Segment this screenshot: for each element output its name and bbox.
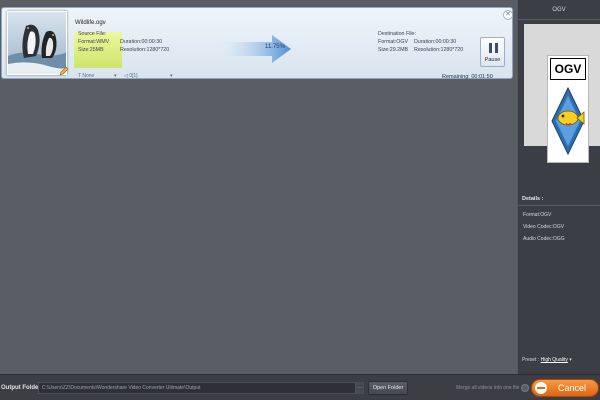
destination-resolution: Resolution:1280*720: [414, 47, 464, 53]
format-icon-label: OGV: [550, 58, 586, 80]
destination-format: Format:OGV: [378, 39, 409, 45]
panel-divider: [518, 19, 600, 20]
fish-icon: [551, 86, 585, 156]
detail-format: Format:OGV: [523, 212, 552, 218]
destination-size: Size:29.2MB: [378, 47, 409, 53]
conversion-task-card[interactable]: Wildlife.ogv Source File: Format:WMV Siz…: [1, 7, 513, 81]
chevron-down-icon[interactable]: ▾: [569, 357, 572, 363]
format-preview-box[interactable]: OGV: [524, 24, 600, 163]
source-resolution: Resolution:1280*720: [120, 47, 170, 53]
ogv-format-icon: OGV: [547, 55, 589, 163]
pause-label: Pause: [484, 57, 501, 63]
source-duration: Duration:00:00:30: [120, 39, 163, 45]
cancel-button[interactable]: Cancel: [531, 379, 599, 397]
output-folder-path-input[interactable]: C:\Users\ZZ\Documents\Wondershare Video …: [38, 382, 356, 394]
open-folder-button[interactable]: Open Folder: [368, 381, 408, 395]
subtitle-dropdown[interactable]: T None ▾: [78, 72, 120, 81]
merge-videos-toggle[interactable]: [521, 384, 529, 392]
subtitle-dropdown-value: T None: [78, 73, 95, 79]
preset-dropdown[interactable]: High Quality: [541, 357, 568, 363]
bottom-toolbar: Output Folder : C:\Users\ZZ\Documents\Wo…: [0, 374, 600, 400]
remaining-time: Remaining: 00:01:50: [442, 74, 493, 80]
pause-icon: [489, 43, 498, 53]
task-list-area: Wildlife.ogv Source File: Format:WMV Siz…: [0, 0, 517, 374]
details-divider: [518, 205, 600, 206]
destination-duration: Duration:00:00:30: [414, 39, 457, 45]
video-thumbnail[interactable]: [7, 11, 67, 75]
preset-row: Preset : High Quality ▾: [522, 357, 572, 363]
output-format-panel: OGV OGV Details :: [518, 0, 600, 374]
detail-video-codec: Video Codec:OGV: [523, 224, 565, 230]
progress-percent: 11.75%: [265, 44, 285, 50]
cancel-label: Cancel: [558, 383, 587, 393]
edit-pencil-icon[interactable]: [59, 66, 69, 76]
details-heading: Details :: [522, 196, 544, 202]
chevron-down-icon: ▾: [114, 73, 117, 79]
audio-track-dropdown[interactable]: ◁ 0[1] ▾: [124, 72, 176, 81]
audio-track-dropdown-value: ◁ 0[1]: [124, 73, 138, 79]
remove-task-close-icon[interactable]: ✕: [503, 10, 513, 20]
browse-folder-button[interactable]: ···: [356, 382, 364, 394]
pause-button[interactable]: Pause: [480, 37, 505, 67]
preset-label: Preset :: [522, 357, 540, 363]
detail-audio-codec: Audio Codec:OGG: [523, 236, 565, 242]
chevron-down-icon: ▾: [170, 73, 173, 79]
source-size: Size:25MB: [78, 47, 104, 53]
output-format-title: OGV: [552, 7, 566, 13]
source-heading: Source File:: [78, 31, 107, 37]
merge-videos-label: Merge all videos into one file: [456, 385, 520, 391]
source-format: Format:WMV: [78, 39, 110, 45]
file-name-label: Wildlife.ogv: [75, 20, 106, 26]
cancel-icon: [535, 382, 547, 394]
destination-heading: Destination File:: [378, 31, 416, 37]
